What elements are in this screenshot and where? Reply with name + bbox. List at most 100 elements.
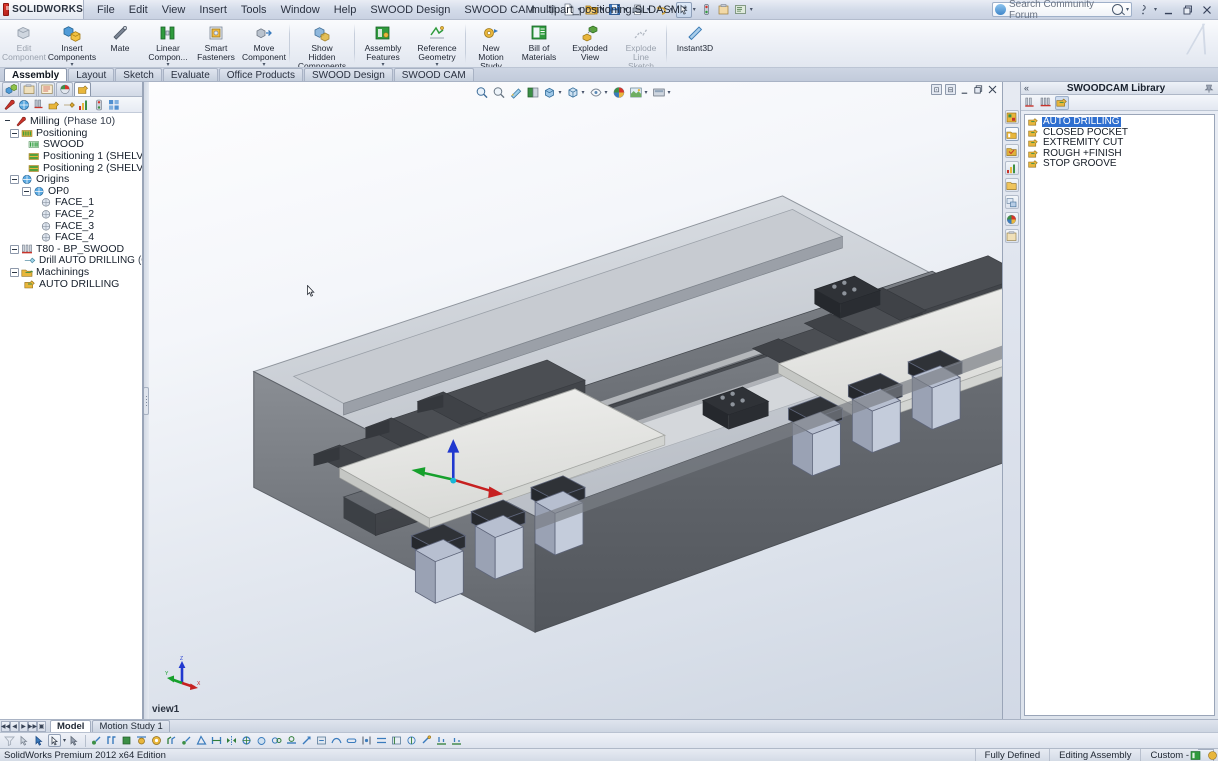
save-icon[interactable]: [607, 2, 623, 18]
tree-expander[interactable]: [10, 268, 19, 277]
chevron-down-icon[interactable]: ▾: [262, 62, 265, 68]
new-tab-button[interactable]: ▣: [37, 721, 46, 732]
chevron-down-icon[interactable]: ▾: [668, 89, 671, 96]
tree-expander[interactable]: [10, 129, 19, 138]
ribbon-new-motion-study[interactable]: NewMotionStudy: [467, 20, 515, 67]
menu-swood-cam[interactable]: SWOOD CAM: [457, 1, 541, 19]
distance-mate-icon[interactable]: [180, 734, 193, 747]
cad-model-render[interactable]: [144, 82, 1002, 719]
search-task-icon[interactable]: [1005, 178, 1019, 192]
chevron-down-icon[interactable]: ▾: [647, 6, 650, 13]
swood-design-task-icon[interactable]: [1005, 110, 1019, 124]
tree-item-machinings[interactable]: Machinings: [0, 267, 142, 279]
tree-item-face-4[interactable]: FACE_4: [0, 232, 142, 244]
menu-edit[interactable]: Edit: [122, 1, 155, 19]
select-icon[interactable]: [676, 2, 692, 18]
next-tab-button[interactable]: ▶: [19, 721, 28, 732]
tree-expander[interactable]: [4, 117, 13, 126]
configuration-manager-tab[interactable]: [38, 82, 55, 96]
mate-reference-icon[interactable]: [405, 734, 418, 747]
tree-item-face-3[interactable]: FACE_3: [0, 220, 142, 232]
tree-item-milling[interactable]: Milling (Phase 10): [0, 116, 142, 128]
library-item-auto-drilling[interactable]: AUTO DRILLING: [1025, 117, 1214, 128]
post-process-icon[interactable]: [93, 99, 105, 111]
first-tab-button[interactable]: ◀◀: [1, 721, 10, 732]
tree-expander[interactable]: [10, 245, 19, 254]
tool-assemblies-icon[interactable]: [1039, 96, 1053, 110]
path-mate-icon[interactable]: [330, 734, 343, 747]
tree-expander[interactable]: [22, 187, 31, 196]
chevron-down-icon[interactable]: ▾: [624, 6, 627, 13]
restore-doc-icon[interactable]: ⊡: [931, 84, 942, 95]
swood-library-task-icon[interactable]: [1005, 127, 1019, 141]
angle-mate-icon[interactable]: [195, 734, 208, 747]
concentric-mate-icon[interactable]: [150, 734, 163, 747]
chevron-down-icon[interactable]: ▾: [435, 62, 438, 68]
ribbon-explode-line-sketch[interactable]: ExplodeLineSketch: [617, 20, 665, 67]
tree-item-origins[interactable]: Origins: [0, 174, 142, 186]
view-settings-icon[interactable]: [652, 85, 666, 99]
scene-icon[interactable]: [629, 85, 643, 99]
ribbon-edit-component[interactable]: EditComponent: [0, 20, 48, 67]
chevron-down-icon[interactable]: ▾: [558, 89, 561, 96]
last-tab-button[interactable]: ▶▶: [28, 721, 37, 732]
ribbon-exploded-view[interactable]: ExplodedView: [563, 20, 617, 67]
tree-item-t80[interactable]: T80 - BP_SWOOD: [0, 244, 142, 256]
tab-model[interactable]: Model: [50, 720, 91, 732]
minimize-icon[interactable]: ▁: [1161, 3, 1176, 16]
graphics-viewport[interactable]: ▾ ▾ ▾ ▾ ▾ ⊡ ⊟ ▁: [143, 82, 1003, 719]
smart-mate-icon[interactable]: [420, 734, 433, 747]
feature-manager-tab[interactable]: [2, 82, 19, 96]
maximize-doc-icon[interactable]: [973, 84, 984, 95]
tree-item-op0[interactable]: OP0: [0, 186, 142, 198]
menu-insert[interactable]: Insert: [192, 1, 234, 19]
operation-icon[interactable]: [48, 99, 60, 111]
tab-assembly[interactable]: Assembly: [4, 68, 67, 81]
tab-office-products[interactable]: Office Products: [219, 68, 303, 81]
nesting-icon[interactable]: [108, 99, 120, 111]
ribbon-linear-component-pattern[interactable]: LinearCompon... ▾: [144, 20, 192, 67]
library-item-stop-groove[interactable]: STOP GROOVE: [1025, 159, 1214, 170]
ribbon-bill-of-materials[interactable]: Bill ofMaterials: [515, 20, 563, 67]
menu-swood-design[interactable]: SWOOD Design: [363, 1, 457, 19]
hinge-mate-icon[interactable]: [360, 734, 373, 747]
chevron-down-icon[interactable]: ▾: [1126, 6, 1129, 13]
chevron-down-icon[interactable]: ▾: [1154, 6, 1157, 13]
align-alt-icon[interactable]: [450, 734, 463, 747]
chevron-down-icon[interactable]: ▾: [578, 6, 581, 13]
perpendicular-mate-icon[interactable]: [120, 734, 133, 747]
origin-icon[interactable]: [18, 99, 30, 111]
chevron-down-icon[interactable]: ▾: [645, 89, 648, 96]
panel-splitter[interactable]: [143, 82, 149, 719]
appearances-task-icon[interactable]: [1005, 212, 1019, 226]
ribbon-smart-fasteners[interactable]: SmartFasteners: [192, 20, 240, 67]
units-icon[interactable]: [1190, 750, 1201, 761]
search-icon[interactable]: [1112, 4, 1123, 15]
new-document-icon[interactable]: [561, 2, 577, 18]
previous-view-icon[interactable]: [508, 85, 522, 99]
chevron-down-icon[interactable]: ▾: [166, 62, 169, 68]
filter-faces-icon[interactable]: [18, 734, 31, 747]
machining-library-icon[interactable]: [1055, 96, 1069, 110]
parallel-mate-icon[interactable]: [105, 734, 118, 747]
rebuild-status-icon[interactable]: [1207, 750, 1218, 761]
tree-item-swood[interactable]: SWOOD: [0, 139, 142, 151]
help-icon[interactable]: [1136, 3, 1150, 17]
linear-coupler-icon[interactable]: [375, 734, 388, 747]
property-manager-tab[interactable]: [20, 82, 37, 96]
pushpin-icon[interactable]: [1203, 83, 1215, 94]
limit-mate-icon[interactable]: [390, 734, 403, 747]
machining-library-list[interactable]: AUTO DRILLING CLOSED POCKET EXTREMITY CU…: [1024, 114, 1215, 716]
tree-item-drill-auto-drilling[interactable]: Drill AUTO DRILLING (OP0): [0, 255, 142, 267]
zoom-to-fit-icon[interactable]: [474, 85, 488, 99]
appearances-icon[interactable]: [612, 85, 626, 99]
design-library-icon[interactable]: [1005, 144, 1019, 158]
cam-mate-icon[interactable]: [255, 734, 268, 747]
custom-properties-icon[interactable]: [1005, 229, 1019, 243]
chevron-down-icon[interactable]: ▾: [604, 89, 607, 96]
ribbon-mate[interactable]: Mate: [96, 20, 144, 67]
screw-mate-icon[interactable]: [300, 734, 313, 747]
close-doc-icon[interactable]: [987, 84, 998, 95]
options-icon[interactable]: [733, 2, 749, 18]
zoom-to-area-icon[interactable]: [491, 85, 505, 99]
